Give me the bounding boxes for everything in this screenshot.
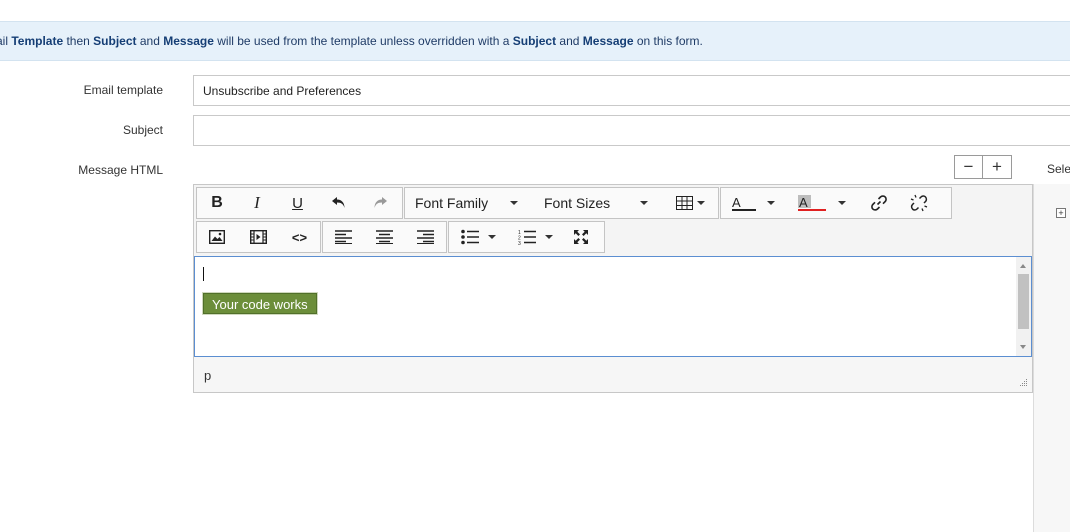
format-group: B I U (196, 187, 403, 219)
color-link-group: A A (720, 187, 952, 219)
font-sizes-dropdown[interactable]: Font Sizes (534, 188, 663, 218)
right-side-panel: + (1033, 184, 1070, 532)
source-code-button[interactable]: <> (279, 222, 320, 252)
editor-content-area[interactable]: Your code works (194, 256, 1032, 357)
align-center-button[interactable] (363, 222, 405, 252)
svg-text:A: A (732, 195, 741, 210)
chevron-down-icon (766, 201, 775, 205)
toolbar-row-1: B I U Font Family Font Sizes A A (196, 187, 953, 219)
unlink-icon (910, 194, 928, 212)
bullet-list-button[interactable] (449, 222, 501, 252)
align-center-icon (375, 230, 393, 244)
element-path[interactable]: p (204, 368, 211, 383)
editor-scrollbar[interactable] (1016, 257, 1031, 356)
table-button[interactable] (663, 188, 718, 218)
numbered-list-icon: 123 (518, 230, 536, 245)
chevron-down-icon (510, 201, 518, 205)
table-icon (676, 196, 693, 210)
underline-button[interactable]: U (277, 188, 318, 218)
shrink-editor-button[interactable]: − (954, 155, 983, 179)
message-html-editor: B I U Font Family Font Sizes A A <> 1 2 … (193, 184, 1033, 393)
font-group: Font Family Font Sizes (404, 187, 719, 219)
chevron-down-icon (487, 235, 496, 239)
chevron-down-icon (544, 235, 553, 239)
font-family-label: Font Family (415, 195, 489, 211)
italic-button[interactable]: I (237, 188, 277, 218)
align-right-icon (417, 230, 434, 244)
insert-link-button[interactable] (859, 188, 899, 218)
editor-size-controls: − + (954, 155, 1012, 179)
chevron-down-icon (640, 201, 648, 205)
align-left-icon (334, 230, 352, 244)
align-left-button[interactable] (323, 222, 363, 252)
numbered-list-button[interactable]: 123 (501, 222, 561, 252)
scroll-down-arrow-icon[interactable] (1020, 345, 1026, 349)
message-html-label: Message HTML (78, 163, 163, 177)
undo-button[interactable] (318, 188, 360, 218)
side-panel-label: Sele (1047, 162, 1070, 176)
redo-icon (374, 197, 387, 208)
info-banner-text: ail Template then Subject and Message wi… (0, 34, 703, 48)
fullscreen-button[interactable] (561, 222, 601, 252)
insert-video-button[interactable] (237, 222, 279, 252)
image-icon (209, 230, 225, 244)
scroll-up-arrow-icon[interactable] (1020, 264, 1026, 268)
redo-button[interactable] (360, 188, 400, 218)
your-code-works-button[interactable]: Your code works (203, 293, 317, 314)
align-group (322, 221, 447, 253)
chevron-down-icon (697, 201, 705, 205)
text-cursor (203, 267, 204, 281)
expand-panel-icon[interactable]: + (1056, 208, 1066, 218)
insert-group: <> (196, 221, 321, 253)
expand-editor-button[interactable]: + (983, 155, 1012, 179)
editor-status-bar: p (194, 357, 1032, 392)
email-template-label: Email template (83, 83, 163, 97)
font-color-icon: A (731, 195, 756, 211)
remove-link-button[interactable] (899, 188, 939, 218)
info-banner: ail Template then Subject and Message wi… (0, 21, 1070, 61)
background-color-icon: A (797, 195, 826, 211)
fullscreen-icon (574, 230, 588, 244)
svg-text:A: A (799, 195, 808, 210)
list-group: 123 (448, 221, 605, 253)
chevron-down-icon (837, 201, 846, 205)
resize-handle-icon[interactable] (1019, 378, 1028, 387)
font-color-button[interactable]: A (721, 188, 784, 218)
bold-button[interactable]: B (197, 188, 237, 218)
video-icon (249, 230, 267, 244)
undo-icon (332, 197, 345, 208)
insert-image-button[interactable] (197, 222, 237, 252)
toolbar-row-2: <> 123 (196, 221, 606, 253)
svg-text:3: 3 (518, 241, 521, 245)
link-icon (871, 195, 887, 211)
email-template-field[interactable]: Unsubscribe and Preferences (193, 75, 1070, 106)
subject-label: Subject (122, 123, 163, 137)
font-family-dropdown[interactable]: Font Family (405, 188, 534, 218)
background-color-button[interactable]: A (784, 188, 859, 218)
font-sizes-label: Font Sizes (544, 195, 611, 211)
scrollbar-thumb[interactable] (1018, 274, 1029, 329)
bullet-list-icon (460, 229, 479, 245)
subject-field[interactable] (193, 115, 1070, 146)
align-right-button[interactable] (405, 222, 446, 252)
